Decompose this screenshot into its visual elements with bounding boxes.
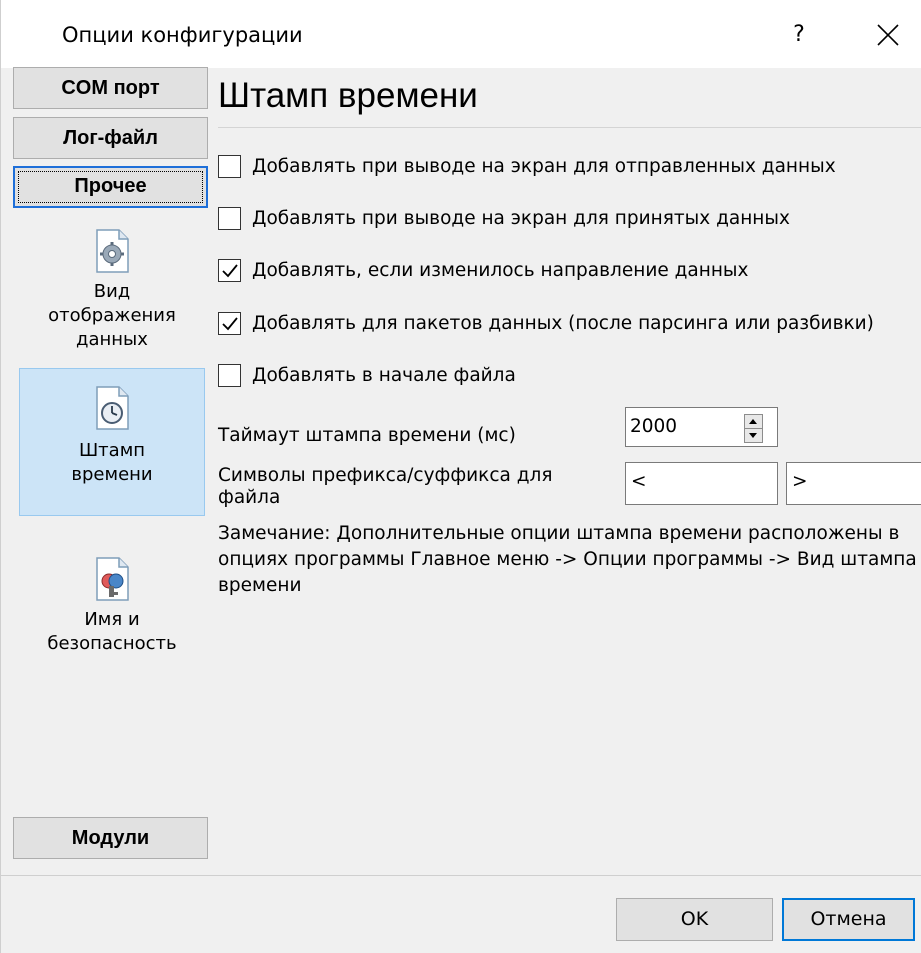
checkmark-icon xyxy=(222,264,238,278)
timeout-value: 2000 xyxy=(630,416,678,437)
nav-item-name-security-label: Имя и безопасность xyxy=(47,609,177,654)
help-button[interactable]: ? xyxy=(771,12,827,58)
nav-item-data-view-label: Вид отображения данных xyxy=(48,281,176,350)
modules-button[interactable]: Модули xyxy=(13,817,208,859)
checkbox-file-start-label: Добавлять в начале файла xyxy=(252,365,516,386)
suffix-input[interactable]: > xyxy=(786,462,921,505)
page-title: Штамп времени xyxy=(218,76,478,115)
checkbox-row-sent-data[interactable]: Добавлять при выводе на экран для отправ… xyxy=(218,155,836,178)
spin-buttons xyxy=(744,414,763,443)
timeout-spinbox[interactable]: 2000 xyxy=(625,407,778,447)
title-bar: Опции конфигурации ? xyxy=(1,0,921,68)
checkbox-row-received-data[interactable]: Добавлять при выводе на экран для принят… xyxy=(218,207,790,230)
checkbox-row-file-start[interactable]: Добавлять в начале файла xyxy=(218,364,516,387)
checkbox-received-data-label: Добавлять при выводе на экран для принят… xyxy=(252,208,790,229)
prefix-input[interactable]: < xyxy=(625,462,778,505)
checkbox-row-packets[interactable]: Добавлять для пакетов данных (после парс… xyxy=(218,312,874,335)
checkbox-packets[interactable] xyxy=(218,312,241,335)
ok-button[interactable]: OK xyxy=(616,898,773,941)
gear-document-icon xyxy=(96,229,129,273)
checkbox-sent-data-label: Добавлять при выводе на экран для отправ… xyxy=(252,156,836,177)
nav-button-log-file[interactable]: Лог-файл xyxy=(13,117,208,159)
window-title: Опции конфигурации xyxy=(62,23,303,47)
spin-down-button[interactable] xyxy=(745,429,762,443)
checkbox-file-start[interactable] xyxy=(218,364,241,387)
checkbox-row-direction-change[interactable]: Добавлять, если изменилось направление д… xyxy=(218,259,748,282)
note-text: Замечание: Дополнительные опции штампа в… xyxy=(218,523,917,596)
checkbox-packets-label: Добавлять для пакетов данных (после парс… xyxy=(252,313,874,334)
title-divider xyxy=(218,127,921,128)
checkbox-direction-change[interactable] xyxy=(218,259,241,282)
checkmark-icon xyxy=(222,317,238,331)
nav-button-com-port[interactable]: COM порт xyxy=(13,67,208,109)
nav-item-timestamp[interactable]: Штамп времени xyxy=(19,368,205,516)
focus-rectangle xyxy=(18,171,203,203)
nav-item-name-security[interactable]: Имя и безопасность xyxy=(19,532,205,662)
checkbox-received-data[interactable] xyxy=(218,207,241,230)
clock-document-icon xyxy=(96,386,129,430)
key-document-icon xyxy=(96,557,129,601)
close-icon xyxy=(877,24,899,46)
cancel-button[interactable]: Отмена xyxy=(782,898,915,941)
config-options-dialog: Опции конфигурации ? COM порт Лог-файл П… xyxy=(0,0,921,953)
spin-up-button[interactable] xyxy=(745,415,762,429)
timeout-label: Таймаут штампа времени (мс) xyxy=(218,425,516,446)
checkbox-direction-change-label: Добавлять, если изменилось направление д… xyxy=(252,260,749,281)
close-button[interactable] xyxy=(861,12,917,58)
nav-button-other[interactable]: Прочее xyxy=(13,166,208,208)
checkbox-sent-data[interactable] xyxy=(218,155,241,178)
nav-item-timestamp-label: Штамп времени xyxy=(71,440,153,485)
nav-item-data-view[interactable]: Вид отображения данных xyxy=(19,226,205,366)
prefix-suffix-label: Символы префикса/суффикса для файла xyxy=(218,465,553,508)
footer-divider xyxy=(1,875,921,876)
